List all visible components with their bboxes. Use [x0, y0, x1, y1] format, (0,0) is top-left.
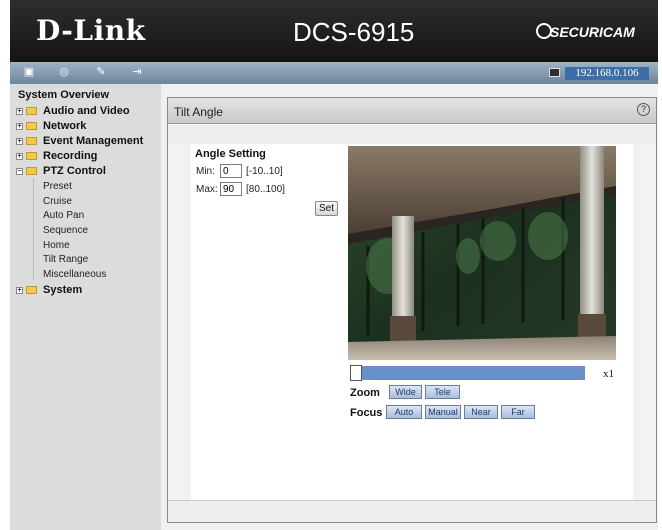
- sidebar-subitem-sequence[interactable]: Sequence: [43, 224, 88, 238]
- focus-manual-button[interactable]: Manual: [425, 405, 461, 419]
- sidebar-item-label: Recording: [43, 150, 98, 162]
- sidebar-item-label: Event Management: [43, 135, 144, 147]
- panel-subheader: [168, 125, 656, 144]
- focus-near-button[interactable]: Near: [464, 405, 498, 419]
- expand-icon[interactable]: +: [16, 152, 23, 160]
- logout-icon[interactable]: ⇥: [130, 65, 144, 79]
- dlink-logo: D-Link: [36, 14, 146, 47]
- securicam-logo: SECURICAM: [550, 24, 635, 40]
- camera-image: [348, 146, 616, 360]
- panel-header: Tilt Angle ?: [168, 98, 656, 124]
- model-name: DCS-6915: [293, 17, 415, 47]
- expand-icon[interactable]: +: [16, 122, 23, 130]
- min-angle-input[interactable]: [220, 164, 242, 178]
- panel-gutter: [633, 144, 656, 500]
- toolbar: ▣ ◎ ✎ ⇥ 192.168.0.106: [10, 62, 658, 84]
- zoom-slider-track[interactable]: [362, 366, 585, 380]
- help-icon[interactable]: ?: [637, 103, 650, 116]
- focus-auto-button[interactable]: Auto: [386, 405, 422, 419]
- angle-setting-heading: Angle Setting: [195, 148, 266, 160]
- monitor-icon: [549, 68, 560, 77]
- sidebar-subitem-auto-pan[interactable]: Auto Pan: [43, 209, 84, 223]
- sidebar-subitem-preset[interactable]: Preset: [43, 180, 72, 194]
- folder-icon: [26, 286, 37, 295]
- sidebar-item-label: System: [43, 284, 83, 296]
- camera-live-view[interactable]: [348, 146, 616, 360]
- zoom-level-readout: x1: [603, 368, 614, 380]
- search-icon[interactable]: ◎: [57, 65, 71, 79]
- panel-gutter: [168, 144, 191, 500]
- folder-icon: [26, 122, 37, 131]
- sidebar-item-label: Audio and Video: [43, 105, 130, 117]
- min-range-hint: [-10..10]: [246, 166, 283, 177]
- panel-title: Tilt Angle: [174, 105, 223, 119]
- folder-icon: [26, 137, 37, 146]
- sidebar-item-system[interactable]: + System: [16, 283, 82, 298]
- sidebar-title[interactable]: System Overview: [18, 89, 109, 101]
- ip-address: 192.168.0.106: [565, 67, 649, 80]
- sidebar-item-label: Network: [43, 120, 87, 132]
- header-bar: D-Link DCS-6915 SECURICAM: [10, 0, 658, 62]
- zoom-slider-handle[interactable]: [350, 365, 362, 381]
- sidebar-item-network[interactable]: + Network: [16, 119, 86, 134]
- sidebar-item-ptz-control[interactable]: − PTZ Control: [16, 164, 106, 179]
- panel-footer: [168, 500, 656, 522]
- expand-icon[interactable]: +: [16, 286, 23, 294]
- sidebar-item-audio-video[interactable]: + Audio and Video: [16, 104, 130, 119]
- sidebar-subitem-miscellaneous[interactable]: Miscellaneous: [43, 268, 106, 282]
- max-range-hint: [80..100]: [246, 184, 285, 195]
- settings-icon[interactable]: ✎: [94, 65, 108, 79]
- tree-line: [33, 179, 34, 279]
- focus-label: Focus: [350, 407, 383, 419]
- folder-open-icon: [26, 167, 37, 176]
- camera-icon[interactable]: ▣: [22, 65, 36, 79]
- sidebar-subitem-tilt-range[interactable]: Tilt Range: [43, 253, 88, 267]
- sidebar-subitem-home[interactable]: Home: [43, 239, 70, 253]
- max-label: Max:: [196, 184, 218, 195]
- folder-icon: [26, 107, 37, 116]
- expand-icon[interactable]: +: [16, 107, 23, 115]
- set-button[interactable]: Set: [315, 201, 338, 216]
- zoom-label: Zoom: [350, 387, 380, 399]
- sidebar-item-label: PTZ Control: [43, 165, 106, 177]
- page: D-Link DCS-6915 SECURICAM ▣ ◎ ✎ ⇥ 192.16…: [0, 0, 662, 530]
- min-label: Min:: [196, 166, 215, 177]
- sidebar-item-event-management[interactable]: + Event Management: [16, 134, 143, 149]
- zoom-tele-button[interactable]: Tele: [425, 385, 460, 399]
- sidebar: System Overview + Audio and Video + Networ…: [10, 84, 161, 530]
- focus-far-button[interactable]: Far: [501, 405, 535, 419]
- zoom-wide-button[interactable]: Wide: [389, 385, 422, 399]
- sidebar-item-recording[interactable]: + Recording: [16, 149, 97, 164]
- collapse-icon[interactable]: −: [16, 167, 23, 175]
- folder-icon: [26, 152, 37, 161]
- expand-icon[interactable]: +: [16, 137, 23, 145]
- max-angle-input[interactable]: [220, 182, 242, 196]
- sidebar-subitem-cruise[interactable]: Cruise: [43, 195, 72, 209]
